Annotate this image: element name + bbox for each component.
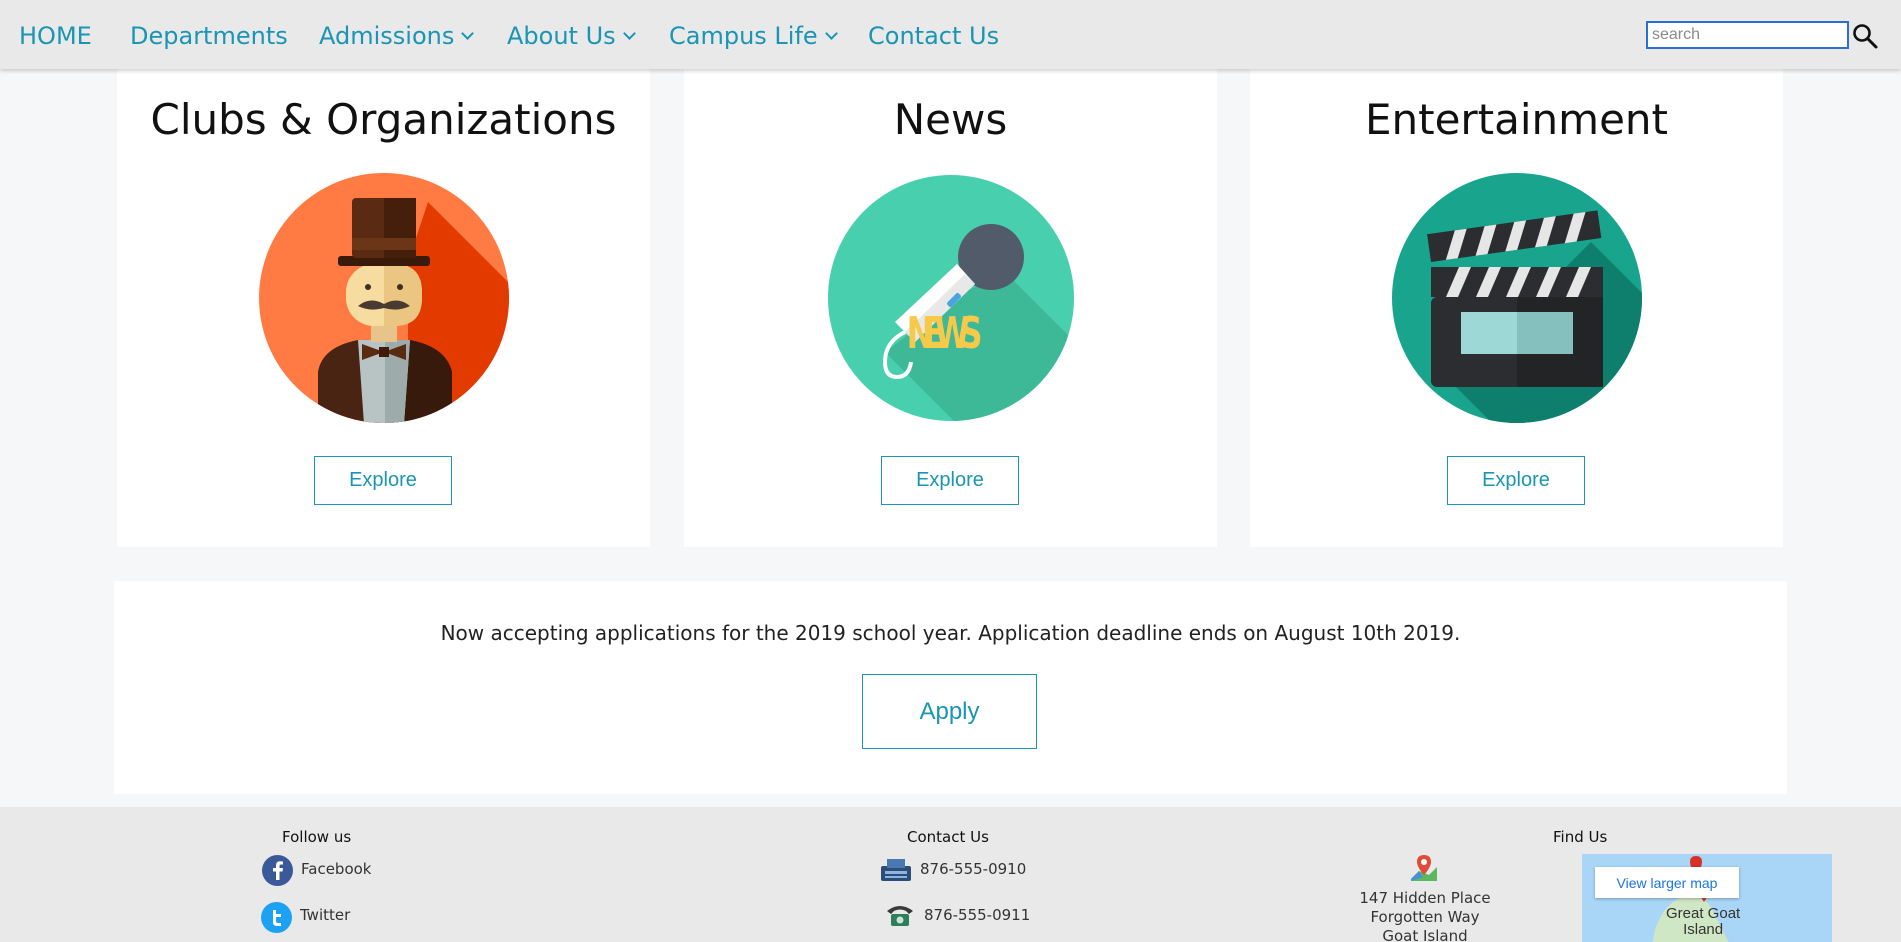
map-label-line: Great Goat <box>1666 905 1741 922</box>
address-line: Goat Island <box>1382 927 1468 942</box>
entertainment-card: Entertainment Explore <box>1250 69 1783 547</box>
nav-campus-life[interactable]: Campus Life <box>669 22 838 50</box>
nav-home[interactable]: HOME <box>19 22 92 50</box>
explore-button[interactable]: Explore <box>1447 456 1585 505</box>
phone-number: 876-555-0911 <box>924 906 1031 924</box>
facebook-icon[interactable] <box>262 855 293 886</box>
explore-button[interactable]: Explore <box>881 456 1019 505</box>
nav-admissions[interactable]: Admissions <box>319 22 475 50</box>
facebook-link[interactable]: Facebook <box>301 860 371 878</box>
footer: Follow us Facebook Twitter Contact Us 87… <box>0 807 1901 942</box>
gentleman-icon <box>259 173 509 423</box>
twitter-link[interactable]: Twitter <box>300 906 350 924</box>
nav-about-label: About Us <box>507 22 616 50</box>
nav-campus-life-label: Campus Life <box>669 22 818 50</box>
address-line: 147 Hidden Place <box>1359 889 1491 907</box>
map-place-label: Great Goat Island <box>1666 906 1740 938</box>
find-us-heading: Find Us <box>1553 828 1608 846</box>
nav-contact-us[interactable]: Contact Us <box>868 22 999 50</box>
phone-icon <box>887 906 913 926</box>
svg-text:NEWS: NEWS <box>907 308 983 359</box>
top-navigation: HOME Departments Admissions About Us Cam… <box>0 0 1901 69</box>
nav-admissions-label: Admissions <box>319 22 455 50</box>
chevron-down-icon <box>622 27 636 40</box>
search-icon[interactable] <box>1851 22 1879 50</box>
contact-heading: Contact Us <box>907 828 989 846</box>
view-larger-map-link[interactable]: View larger map <box>1595 867 1739 898</box>
chevron-down-icon <box>461 27 475 40</box>
address-block: 147 Hidden Place Forgotten Way Goat Isla… <box>1330 889 1520 942</box>
nav-departments[interactable]: Departments <box>130 22 288 50</box>
search-input[interactable] <box>1646 21 1849 49</box>
card-title: Entertainment <box>1364 95 1669 144</box>
fax-number: 876-555-0910 <box>920 860 1027 878</box>
clapperboard-icon <box>1392 173 1642 423</box>
chevron-down-icon <box>824 27 838 40</box>
embedded-map[interactable]: View larger map Great Goat Island <box>1582 854 1832 942</box>
admissions-banner: Now accepting applications for the 2019 … <box>114 581 1787 794</box>
card-title: News <box>893 95 1008 144</box>
explore-button[interactable]: Explore <box>314 456 452 505</box>
twitter-icon[interactable] <box>261 902 292 933</box>
address-line: Forgotten Way <box>1370 908 1480 926</box>
fax-icon <box>881 859 911 881</box>
admissions-message: Now accepting applications for the 2019 … <box>440 621 1461 645</box>
follow-heading: Follow us <box>282 828 352 846</box>
clubs-card: Clubs & Organizations Explore <box>117 69 650 547</box>
news-card: News NEWS Explore <box>684 69 1217 547</box>
news-microphone-icon: NEWS <box>828 175 1074 421</box>
apply-button[interactable]: Apply <box>862 674 1037 749</box>
nav-about-us[interactable]: About Us <box>507 22 636 50</box>
card-title: Clubs & Organizations <box>150 95 617 144</box>
map-label-line: Island <box>1683 921 1724 938</box>
map-pin-icon <box>1411 855 1437 881</box>
